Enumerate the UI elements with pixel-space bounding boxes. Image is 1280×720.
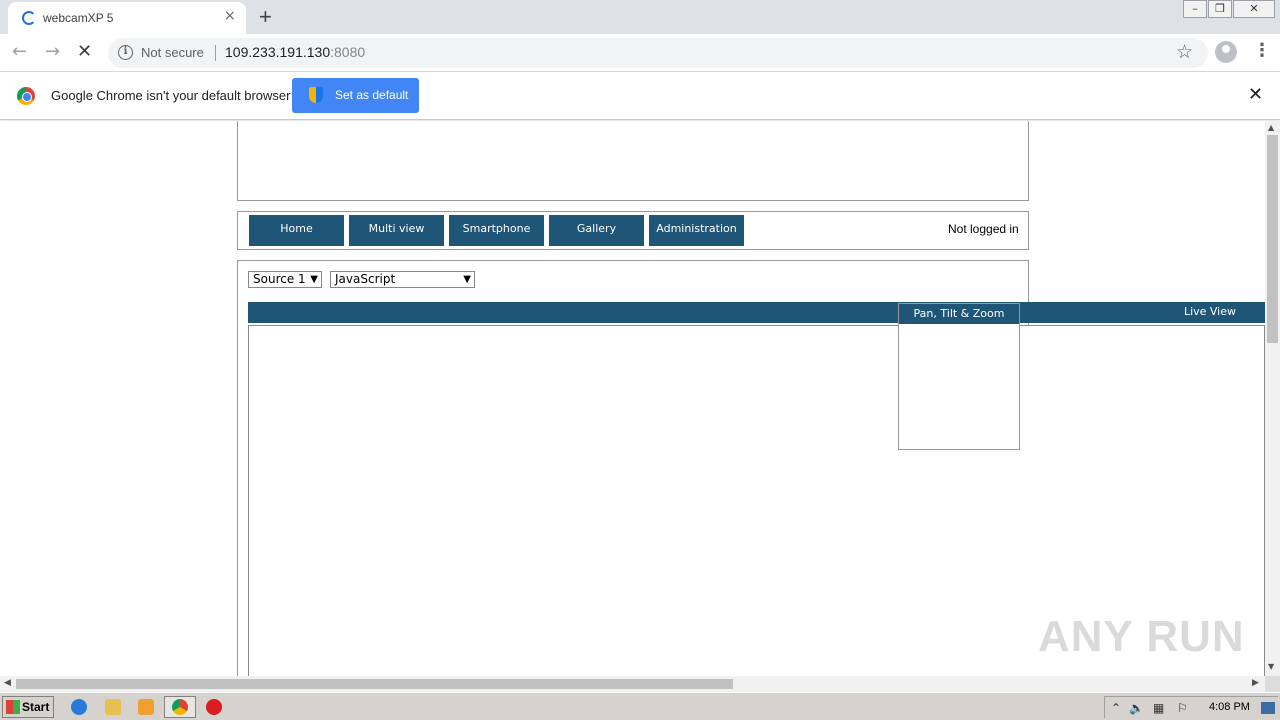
- set-as-default-button[interactable]: Set as default: [292, 78, 419, 113]
- browser-toolbar: ← → ✕ i Not secure 109.233.191.130:8080 …: [0, 34, 1280, 72]
- page-viewport: Home Multi view Smartphone Gallery Admin…: [0, 121, 1265, 676]
- chrome-icon: [172, 699, 188, 715]
- main-nav: Home Multi view Smartphone Gallery Admin…: [237, 211, 1029, 250]
- file-explorer-icon[interactable]: [105, 699, 121, 715]
- show-desktop-icon[interactable]: [1261, 702, 1275, 714]
- scrollbar-corner: [1265, 676, 1280, 692]
- chevron-down-icon: ▼: [463, 274, 471, 285]
- windows-taskbar: Start ⌃ 🔈 ▦ ⚐ 4:08 PM: [0, 692, 1280, 720]
- opera-icon[interactable]: [206, 699, 222, 715]
- start-button[interactable]: Start: [2, 696, 54, 718]
- loading-spinner-icon: [22, 11, 36, 25]
- vertical-scroll-thumb[interactable]: [1267, 135, 1278, 343]
- default-browser-infobar: Google Chrome isn't your default browser…: [0, 72, 1280, 120]
- windows-flag-icon: [6, 700, 20, 714]
- nav-smartphone[interactable]: Smartphone: [449, 215, 544, 246]
- action-center-flag-icon[interactable]: ⚐: [1177, 701, 1188, 715]
- infobar-close-icon[interactable]: ✕: [1248, 84, 1263, 105]
- chrome-menu-icon[interactable]: ⋮: [1253, 40, 1271, 61]
- source-select-value: Source 1: [253, 272, 306, 286]
- anyrun-watermark: ANY RUN: [1038, 612, 1245, 661]
- profile-avatar-icon[interactable]: [1215, 41, 1237, 63]
- live-view-label: Live View: [1183, 305, 1236, 318]
- new-tab-button[interactable]: +: [259, 4, 272, 30]
- start-label: Start: [22, 700, 50, 714]
- chrome-taskbar-button[interactable]: [164, 696, 196, 718]
- scroll-right-icon[interactable]: ▶: [1252, 678, 1259, 688]
- back-arrow-icon[interactable]: ←: [12, 41, 27, 62]
- minimize-window-button[interactable]: –: [1183, 0, 1207, 18]
- infobar-message: Google Chrome isn't your default browser: [51, 88, 291, 103]
- nav-administration[interactable]: Administration: [649, 215, 744, 246]
- security-label[interactable]: Not secure: [141, 45, 204, 60]
- info-icon[interactable]: i: [118, 45, 133, 60]
- vertical-scrollbar[interactable]: ▲ ▼: [1265, 121, 1280, 676]
- login-status: Not logged in: [948, 222, 1019, 236]
- url-host: 109.233.191.130: [225, 44, 331, 60]
- scroll-down-icon[interactable]: ▼: [1268, 662, 1274, 671]
- tab-title: webcamXP 5: [43, 11, 114, 25]
- viewer-mode-value: JavaScript: [335, 272, 396, 286]
- address-bar[interactable]: i Not secure 109.233.191.130:8080 ☆: [108, 38, 1208, 68]
- network-icon[interactable]: ▦: [1153, 701, 1164, 715]
- show-hidden-icons-icon[interactable]: ⌃: [1111, 701, 1121, 715]
- stop-loading-icon[interactable]: ✕: [77, 41, 92, 62]
- ptz-title[interactable]: Pan, Tilt & Zoom: [899, 304, 1019, 324]
- url-port: :8080: [330, 44, 366, 60]
- omnibox-separator: [215, 45, 216, 61]
- header-box: [237, 121, 1029, 201]
- restore-window-button[interactable]: ❐: [1208, 0, 1232, 18]
- tab-close-icon[interactable]: ×: [224, 8, 236, 24]
- forward-arrow-icon[interactable]: →: [45, 41, 60, 62]
- viewer-mode-select[interactable]: JavaScript ▼: [330, 271, 475, 288]
- chrome-logo-icon: [17, 87, 35, 105]
- url-text[interactable]: 109.233.191.130:8080: [225, 44, 365, 60]
- set-as-default-label: Set as default: [335, 88, 409, 102]
- close-window-button[interactable]: ✕: [1233, 0, 1275, 18]
- horizontal-scrollbar[interactable]: ◀ ▶: [0, 676, 1265, 692]
- uac-shield-icon: [309, 87, 323, 103]
- nav-home[interactable]: Home: [249, 215, 344, 246]
- scroll-left-icon[interactable]: ◀: [4, 678, 11, 688]
- bookmark-star-icon[interactable]: ☆: [1176, 41, 1193, 63]
- source-select[interactable]: Source 1 ▼: [248, 271, 322, 288]
- nav-gallery[interactable]: Gallery: [549, 215, 644, 246]
- tab-strip: webcamXP 5 × + – ❐ ✕: [0, 0, 1280, 34]
- chevron-down-icon: ▼: [310, 274, 318, 285]
- nav-multi-view[interactable]: Multi view: [349, 215, 444, 246]
- internet-explorer-icon[interactable]: [71, 699, 87, 715]
- volume-icon[interactable]: 🔈: [1129, 701, 1144, 715]
- live-view-header: Live View: [248, 302, 1265, 323]
- horizontal-scroll-thumb[interactable]: [16, 679, 733, 689]
- ptz-panel[interactable]: Pan, Tilt & Zoom: [898, 303, 1020, 450]
- taskbar-clock[interactable]: 4:08 PM: [1209, 701, 1250, 713]
- scroll-up-icon[interactable]: ▲: [1268, 123, 1274, 132]
- media-player-icon[interactable]: [138, 699, 154, 715]
- system-tray: ⌃ 🔈 ▦ ⚐ 4:08 PM: [1104, 696, 1278, 718]
- browser-tab[interactable]: webcamXP 5 ×: [8, 2, 246, 34]
